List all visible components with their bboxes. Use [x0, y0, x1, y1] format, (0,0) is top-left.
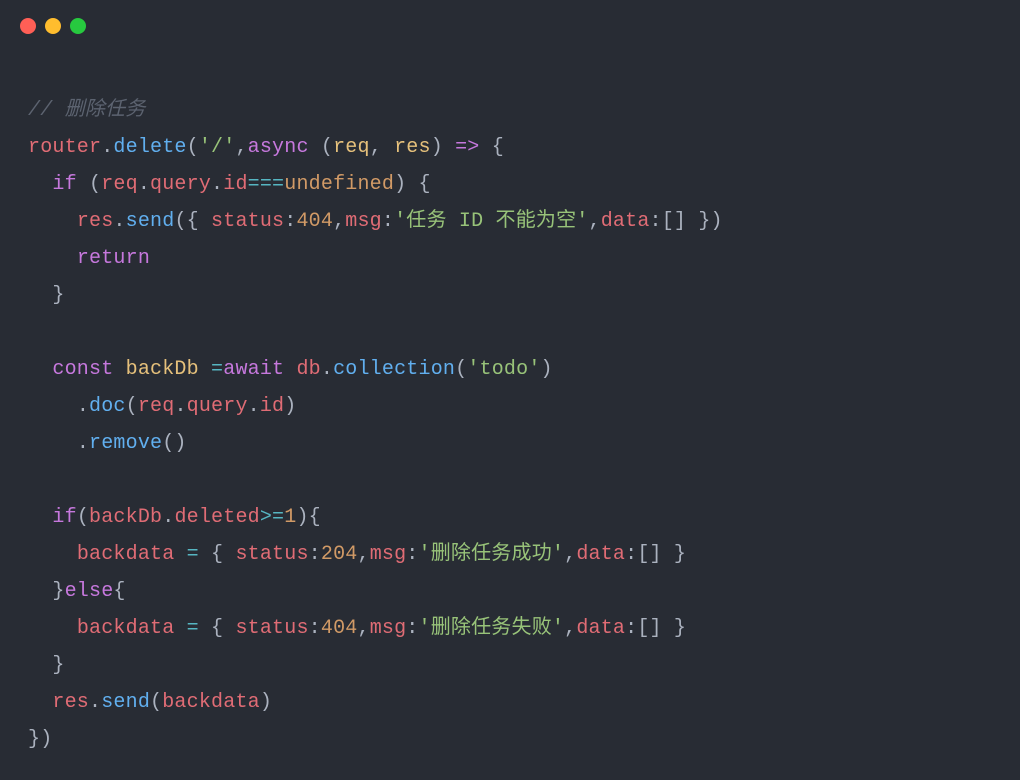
arrow: => [455, 136, 479, 159]
var-backdata: backdata [77, 543, 175, 566]
zoom-icon[interactable] [70, 18, 86, 34]
collection-name: 'todo' [467, 358, 540, 381]
keyword-if: if [52, 173, 76, 196]
msg-success: '删除任务成功' [419, 543, 565, 566]
param-req: req [333, 136, 370, 159]
keyword-await: await [223, 358, 284, 381]
var-backdb: backDb [126, 358, 199, 381]
code-block: // 删除任务 router.delete('/',async (req, re… [0, 42, 1020, 778]
keyword-async: async [248, 136, 309, 159]
method-delete: delete [113, 136, 186, 159]
keyword-const: const [52, 358, 113, 381]
msg-fail: '删除任务失败' [419, 617, 565, 640]
msg-empty-id: '任务 ID 不能为空' [394, 210, 588, 233]
window-titlebar [0, 0, 1020, 42]
comment-line: // 删除任务 [28, 99, 145, 122]
route-path: '/' [199, 136, 236, 159]
close-icon[interactable] [20, 18, 36, 34]
undefined-literal: undefined [284, 173, 394, 196]
status-code-404: 404 [296, 210, 333, 233]
ident-router: router [28, 136, 101, 159]
minimize-icon[interactable] [45, 18, 61, 34]
keyword-else: else [65, 580, 114, 603]
param-res: res [394, 136, 431, 159]
status-code-204: 204 [321, 543, 358, 566]
keyword-return: return [77, 247, 150, 270]
